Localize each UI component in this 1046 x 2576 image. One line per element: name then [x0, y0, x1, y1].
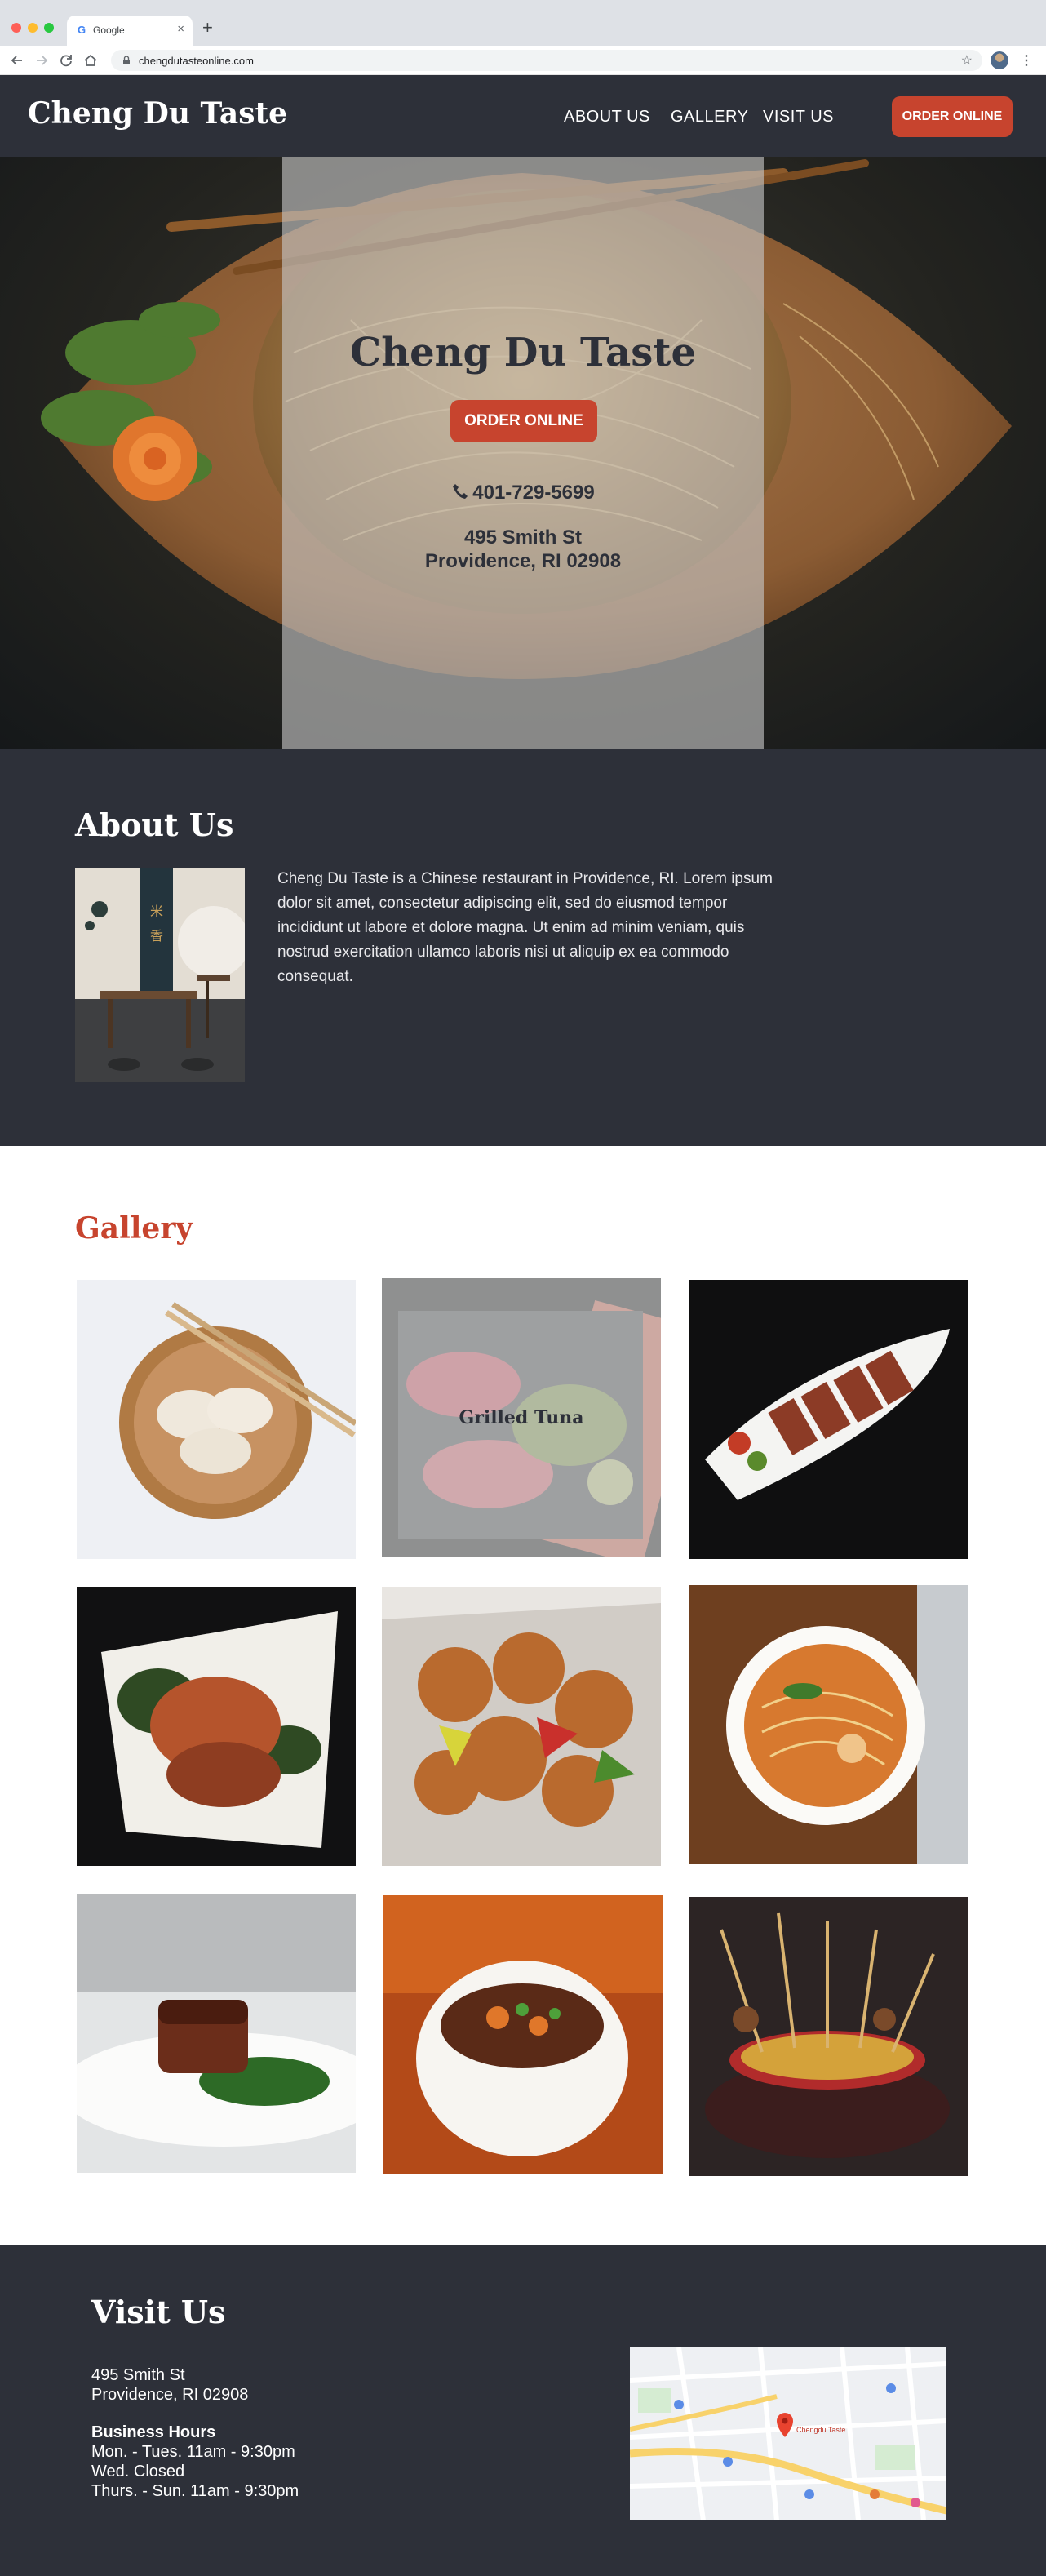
google-favicon-icon: G [77, 24, 86, 36]
home-icon[interactable] [82, 51, 100, 69]
visit-address-street: 495 Smith St [91, 2366, 185, 2384]
new-tab-icon[interactable]: + [202, 18, 213, 38]
gallery-hover-caption: Grilled Tuna [382, 1278, 661, 1557]
hero-info-panel: Cheng Du Taste ORDER ONLINE 401-729-5699… [282, 157, 764, 749]
business-hours-title: Business Hours [91, 2423, 216, 2441]
visit-address-city: Providence, RI 02908 [91, 2386, 249, 2404]
location-map[interactable]: Chengdu Taste [630, 2347, 946, 2520]
hero-address-street: 495 Smith St [463, 526, 583, 549]
browser-menu-icon[interactable]: ⋮ [1020, 52, 1033, 69]
back-arrow-icon[interactable] [8, 51, 26, 69]
nav-about-us[interactable]: ABOUT US [564, 108, 650, 127]
phone-icon [453, 484, 468, 499]
gallery-title: Gallery [75, 1211, 193, 1246]
nav-visit-us[interactable]: VISIT US [763, 108, 834, 127]
lock-icon [123, 56, 130, 64]
hero-phone[interactable]: 401-729-5699 [282, 482, 764, 504]
forward-arrow-icon[interactable] [33, 51, 51, 69]
gallery-section: Gallery Grilled Tuna [0, 1146, 1046, 2245]
maximize-window-icon[interactable] [44, 23, 54, 33]
gallery-skewers-photo[interactable] [689, 1897, 968, 2176]
site-header: Cheng Du Taste ABOUT US GALLERY VISIT US… [0, 75, 1046, 157]
about-title: About Us [75, 806, 234, 843]
tab-close-icon[interactable]: × [177, 22, 184, 36]
hero-title: Cheng Du Taste [349, 330, 696, 375]
restaurant-interior-photo: 米 香 [75, 868, 245, 1082]
tab-title: Google [93, 24, 125, 36]
hero-address: 495 Smith St Providence, RI 02908 [282, 526, 764, 573]
browser-tab-strip: G Google × + [0, 0, 1046, 46]
visit-title: Visit Us [91, 2294, 226, 2330]
gallery-dumplings-photo[interactable] [77, 1280, 356, 1559]
gallery-sweet-sour-chicken-photo[interactable] [382, 1587, 661, 1866]
minimize-window-icon[interactable] [28, 23, 38, 33]
about-section: About Us 米 香 Cheng Du Taste is a Chinese… [0, 749, 1046, 1146]
gallery-grilled-tuna-photo[interactable]: Grilled Tuna [382, 1278, 661, 1557]
about-description: Cheng Du Taste is a Chinese restaurant i… [277, 870, 773, 985]
hero-address-city: Providence, RI 02908 [424, 550, 622, 572]
nav-gallery[interactable]: GALLERY [671, 108, 748, 127]
gallery-stew-bowl-photo[interactable] [383, 1895, 663, 2174]
address-bar[interactable]: chengdutasteonline.com ☆ [111, 50, 982, 71]
brand-logo-text[interactable]: Cheng Du Taste [28, 96, 287, 131]
visit-us-section: Visit Us 495 Smith St Providence, RI 029… [0, 2245, 1046, 2576]
reload-icon[interactable] [57, 51, 75, 69]
gallery-noodle-soup-photo[interactable] [689, 1585, 968, 1864]
hours-line: Thurs. - Sun. 11am - 9:30pm [91, 2482, 299, 2500]
close-window-icon[interactable] [11, 23, 21, 33]
svg-text:米: 米 [150, 904, 163, 919]
gallery-braised-pork-photo[interactable] [77, 1894, 356, 2173]
hero-section: Cheng Du Taste ORDER ONLINE 401-729-5699… [0, 157, 1046, 749]
browser-toolbar: chengdutasteonline.com ☆ ⋮ [0, 46, 1046, 75]
svg-text:香: 香 [150, 928, 163, 944]
header-order-online-button[interactable]: ORDER ONLINE [892, 96, 1013, 137]
bookmark-star-icon[interactable]: ☆ [961, 52, 973, 69]
profile-avatar[interactable] [991, 51, 1008, 69]
gallery-sliced-beef-photo[interactable] [689, 1280, 968, 1559]
map-pin-label: Chengdu Taste [796, 2426, 845, 2434]
hero-phone-number: 401-729-5699 [472, 482, 595, 504]
browser-tab[interactable]: G Google × [67, 16, 193, 46]
hours-line: Mon. - Tues. 11am - 9:30pm [91, 2443, 295, 2461]
hours-line: Wed. Closed [91, 2463, 185, 2481]
gallery-shrimp-photo[interactable] [77, 1587, 356, 1866]
url-text: chengdutasteonline.com [139, 55, 254, 67]
hero-order-online-button[interactable]: ORDER ONLINE [450, 400, 597, 442]
